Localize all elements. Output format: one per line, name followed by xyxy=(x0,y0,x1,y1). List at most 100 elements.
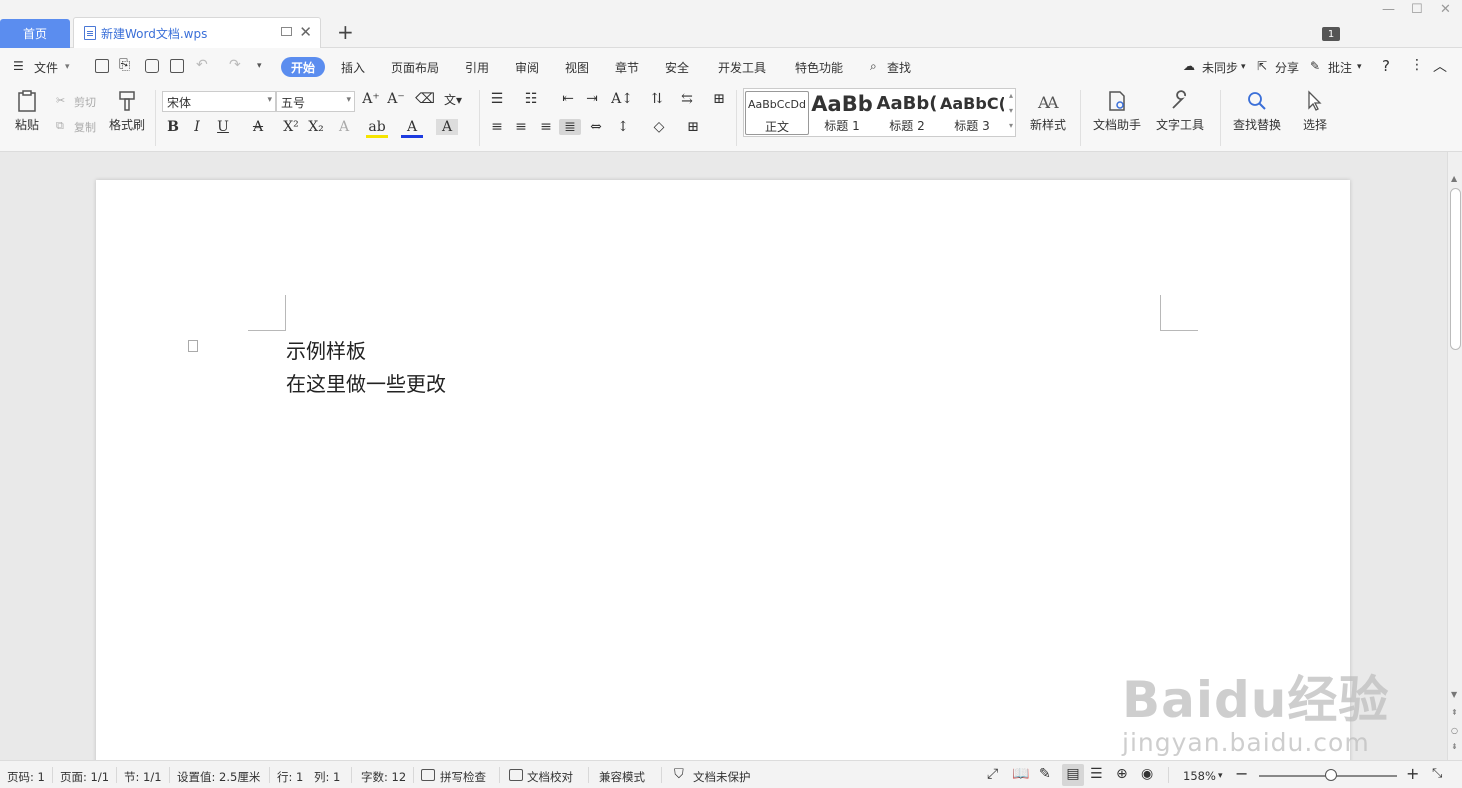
scroll-thumb[interactable] xyxy=(1450,188,1461,350)
cut-icon[interactable]: ✂ xyxy=(56,94,65,107)
next-page-icon[interactable]: ⇟ xyxy=(1451,742,1458,751)
style-heading-3[interactable]: AaBbC( 标题 3 xyxy=(940,91,1004,135)
more-options-icon[interactable]: ⋮ xyxy=(1410,57,1424,73)
style-heading-2[interactable]: AaBb( 标题 2 xyxy=(875,91,939,135)
menu-insert[interactable]: 插入 xyxy=(341,59,365,76)
paragraph-menu-icon[interactable] xyxy=(188,340,198,352)
highlight-icon[interactable]: ab xyxy=(366,119,388,138)
menu-search[interactable]: 查找 xyxy=(887,59,911,76)
chevron-down-icon[interactable]: ▾ xyxy=(1357,62,1362,72)
select-browse-icon[interactable]: ○ xyxy=(1451,726,1458,735)
sort-icon[interactable]: ⇅ xyxy=(646,91,668,107)
comment-icon[interactable]: ✎ xyxy=(1310,59,1320,73)
fit-window-icon[interactable]: ⤡ xyxy=(1432,766,1442,781)
bold-icon[interactable]: B xyxy=(162,119,184,135)
decrease-indent-icon[interactable]: ⇤ xyxy=(557,91,579,107)
increase-indent-icon[interactable]: ⇥ xyxy=(581,91,603,107)
styles-expand-icon[interactable]: ▾ xyxy=(1009,121,1013,130)
write-mode-icon[interactable]: ✎ xyxy=(1039,766,1051,782)
align-left-icon[interactable]: ≡ xyxy=(486,119,508,135)
tab-home[interactable]: 首页 xyxy=(0,19,70,48)
copy-icon[interactable]: ⧉ xyxy=(56,119,64,133)
styles-scroll-up-icon[interactable]: ▴ xyxy=(1009,91,1013,100)
menu-references[interactable]: 引用 xyxy=(465,59,489,76)
reading-mode-icon[interactable]: 📖 xyxy=(1012,766,1029,782)
copy-button[interactable]: 复制 xyxy=(74,119,96,135)
maximize-icon[interactable]: ☐ xyxy=(1411,2,1423,17)
zoom-out-icon[interactable]: − xyxy=(1235,764,1248,783)
menu-view[interactable]: 视图 xyxy=(565,59,589,76)
web-view-icon[interactable]: ⊕ xyxy=(1116,766,1128,782)
tab-document[interactable]: 新建Word文档.wps ✕ xyxy=(73,17,321,48)
eye-protection-icon[interactable]: ◉ xyxy=(1141,766,1153,782)
zoom-chevron-icon[interactable]: ▾ xyxy=(1218,771,1223,781)
shrink-font-icon[interactable]: A⁻ xyxy=(385,91,407,107)
collapse-ribbon-icon[interactable]: ︿ xyxy=(1433,56,1447,76)
close-window-icon[interactable]: ✕ xyxy=(1440,2,1451,17)
style-normal[interactable]: AaBbCcDd 正文 xyxy=(745,91,809,135)
prev-page-icon[interactable]: ⇞ xyxy=(1451,708,1458,717)
doc-line-2[interactable]: 在这里做一些更改 xyxy=(286,368,446,397)
italic-icon[interactable]: I xyxy=(186,119,208,135)
select-button[interactable]: 选择 xyxy=(1296,90,1334,133)
menu-special[interactable]: 特色功能 xyxy=(795,59,843,76)
search-icon[interactable]: ⌕ xyxy=(870,59,877,74)
spell-check-button[interactable]: 拼写检查 xyxy=(440,769,486,785)
justify-icon[interactable]: ≣ xyxy=(559,119,581,135)
comment-button[interactable]: 批注 xyxy=(1328,59,1352,76)
show-marks-icon[interactable]: ⇆ xyxy=(676,91,698,107)
status-col[interactable]: 列: 1 xyxy=(314,769,340,785)
print-preview-icon[interactable] xyxy=(170,59,184,73)
doc-assistant-button[interactable]: 文档助手 xyxy=(1090,90,1144,133)
new-style-button[interactable]: AA 新样式 xyxy=(1024,90,1072,133)
text-effect-icon[interactable]: A xyxy=(333,119,355,135)
paste-button[interactable]: 粘贴 xyxy=(10,90,44,133)
outline-view-icon[interactable]: ☰ xyxy=(1090,766,1103,782)
strikethrough-icon[interactable]: A xyxy=(247,119,269,135)
grow-font-icon[interactable]: A⁺ xyxy=(360,91,382,107)
phonetic-icon[interactable]: 文▾ xyxy=(442,91,464,108)
status-page-code[interactable]: 页码: 1 xyxy=(7,769,45,785)
menu-start[interactable]: 开始 xyxy=(281,57,325,77)
doc-proof-button[interactable]: 文档校对 xyxy=(527,769,573,785)
line-spacing-icon[interactable]: ↕ xyxy=(612,119,634,135)
fullscreen-icon[interactable]: ⤢ xyxy=(987,766,998,782)
menu-security[interactable]: 安全 xyxy=(665,59,689,76)
bullet-list-icon[interactable]: ☰ xyxy=(486,91,508,107)
close-tab-icon[interactable]: ✕ xyxy=(299,23,312,41)
window-count-badge[interactable]: 1 xyxy=(1322,27,1340,41)
font-name-select[interactable]: 宋体 xyxy=(162,91,276,112)
print-icon[interactable] xyxy=(145,59,159,73)
clear-format-icon[interactable]: ⌫ xyxy=(414,91,436,107)
menu-file[interactable]: 文件 xyxy=(34,59,58,76)
status-section[interactable]: 节: 1/1 xyxy=(124,769,162,785)
menu-developer[interactable]: 开发工具 xyxy=(718,59,766,76)
hamburger-icon[interactable]: ☰ xyxy=(13,59,24,73)
subscript-icon[interactable]: X₂ xyxy=(305,119,327,135)
scroll-up-icon[interactable]: ▲ xyxy=(1451,174,1457,183)
zoom-level[interactable]: 158% xyxy=(1183,769,1216,783)
status-page[interactable]: 页面: 1/1 xyxy=(60,769,109,785)
pin-window-icon[interactable] xyxy=(281,27,292,36)
table-grid-icon[interactable]: ⊞ xyxy=(708,91,730,107)
scroll-down-icon[interactable]: ▼ xyxy=(1451,690,1457,699)
share-icon[interactable]: ⇱ xyxy=(1257,59,1267,73)
char-shading-icon[interactable]: A xyxy=(436,119,458,135)
save-icon[interactable] xyxy=(95,59,109,73)
align-center-icon[interactable]: ≡ xyxy=(510,119,532,135)
redo-icon[interactable]: ↷ xyxy=(229,57,241,73)
shading-icon[interactable]: ◇ xyxy=(648,119,670,135)
menu-page-layout[interactable]: 页面布局 xyxy=(391,59,439,76)
font-size-select[interactable]: 五号 xyxy=(276,91,355,112)
align-right-icon[interactable]: ≡ xyxy=(535,119,557,135)
zoom-in-icon[interactable]: + xyxy=(1406,764,1419,783)
export-icon[interactable]: ⎘ xyxy=(119,57,130,73)
chevron-down-icon[interactable]: ▾ xyxy=(65,62,70,72)
status-word-count[interactable]: 字数: 12 xyxy=(361,769,406,785)
style-heading-1[interactable]: AaBb 标题 1 xyxy=(810,91,874,135)
page-view-icon[interactable]: ▤ xyxy=(1062,764,1084,786)
new-tab-button[interactable]: + xyxy=(337,20,354,44)
share-button[interactable]: 分享 xyxy=(1275,59,1299,76)
distribute-icon[interactable]: ⇔ xyxy=(585,119,607,135)
find-replace-button[interactable]: 查找替换 xyxy=(1228,90,1286,133)
